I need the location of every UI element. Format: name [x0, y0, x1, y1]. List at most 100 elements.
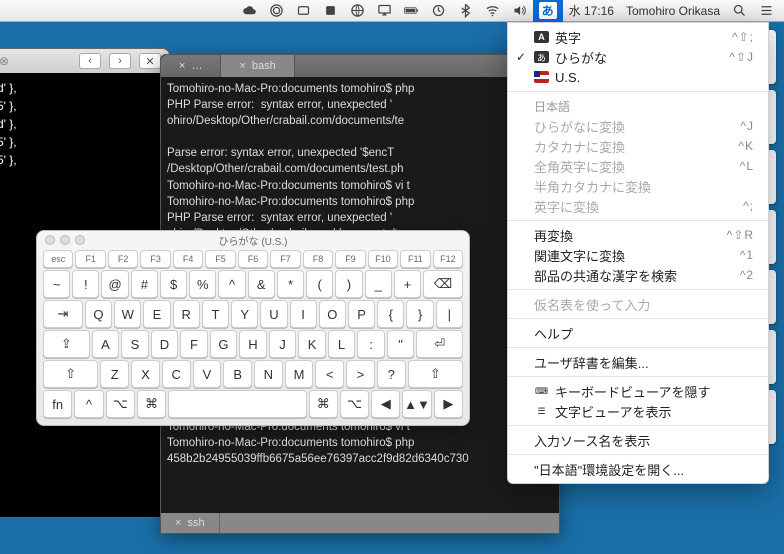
key-⇧[interactable]: ⇧: [408, 360, 463, 388]
show-input-source-name[interactable]: 入力ソース名を表示: [508, 430, 768, 450]
keyboard-viewer-titlebar[interactable]: ひらがな (U.S.): [37, 231, 469, 249]
key-F8[interactable]: F8: [303, 250, 333, 268]
reconvert[interactable]: 再変換^⇧R: [508, 225, 768, 245]
key-X[interactable]: X: [131, 360, 160, 388]
key-⇥[interactable]: ⇥: [43, 300, 83, 328]
key-{[interactable]: {: [377, 300, 404, 328]
open-jp-prefs[interactable]: "日本語"環境設定を開く...: [508, 459, 768, 479]
key-F2[interactable]: F2: [108, 250, 138, 268]
key-"[interactable]: ": [387, 330, 415, 358]
menubar-bluetooth-icon[interactable]: [452, 0, 479, 22]
key-@[interactable]: @: [101, 270, 128, 298]
key-K[interactable]: K: [298, 330, 326, 358]
key-:[interactable]: :: [357, 330, 385, 358]
key-esc[interactable]: esc: [43, 250, 73, 268]
menubar-battery-icon[interactable]: [398, 0, 425, 22]
key-P[interactable]: P: [348, 300, 375, 328]
menubar-cc-icon[interactable]: [263, 0, 290, 22]
key-%[interactable]: %: [189, 270, 216, 298]
key-⇪[interactable]: ⇪: [43, 330, 90, 358]
key-⌥[interactable]: ⌥: [106, 390, 135, 418]
key-F1[interactable]: F1: [75, 250, 105, 268]
key-*[interactable]: *: [277, 270, 304, 298]
close-icon[interactable]: ×: [239, 60, 245, 72]
key-⌫[interactable]: ⌫: [423, 270, 463, 298]
key-⏎[interactable]: ⏎: [416, 330, 463, 358]
input-source-item-eiji[interactable]: A英字^⇧;: [508, 27, 768, 47]
menubar-tray-icon[interactable]: [290, 0, 317, 22]
traffic-zoom[interactable]: [75, 235, 85, 245]
help-item[interactable]: ヘルプ: [508, 323, 768, 343]
back-button[interactable]: ‹: [79, 53, 101, 69]
menubar-wifi-icon[interactable]: [479, 0, 506, 22]
key-F7[interactable]: F7: [270, 250, 300, 268]
key-_[interactable]: _: [365, 270, 392, 298]
hide-keyboard-viewer[interactable]: ⌨キーボードビューアを隠す: [508, 381, 768, 401]
key-fn[interactable]: fn: [43, 390, 72, 418]
key-A[interactable]: A: [92, 330, 120, 358]
menubar-app-icon[interactable]: [317, 0, 344, 22]
key-W[interactable]: W: [114, 300, 141, 328]
key-#[interactable]: #: [131, 270, 158, 298]
key-◀[interactable]: ◀: [371, 390, 400, 418]
key-?[interactable]: ?: [377, 360, 406, 388]
traffic-close[interactable]: [45, 235, 55, 245]
key-F11[interactable]: F11: [400, 250, 430, 268]
key-Q[interactable]: Q: [85, 300, 112, 328]
key-T[interactable]: T: [202, 300, 229, 328]
key-<[interactable]: <: [315, 360, 344, 388]
key-space[interactable]: [168, 390, 306, 418]
key-⌘[interactable]: ⌘: [309, 390, 338, 418]
input-source-item-us[interactable]: U.S.: [508, 67, 768, 87]
key-O[interactable]: O: [319, 300, 346, 328]
edit-user-dict[interactable]: ユーザ辞書を編集...: [508, 352, 768, 372]
key-▲▼[interactable]: ▲▼: [402, 390, 431, 418]
key->[interactable]: >: [346, 360, 375, 388]
key-}[interactable]: }: [406, 300, 433, 328]
menubar-timemachine-icon[interactable]: [425, 0, 452, 22]
search-kanji-parts[interactable]: 部品の共通な漢字を検索^2: [508, 265, 768, 285]
input-source-item-hiragana[interactable]: ✓あひらがな^⇧J: [508, 47, 768, 67]
key-G[interactable]: G: [210, 330, 238, 358]
key-N[interactable]: N: [254, 360, 283, 388]
key-M[interactable]: M: [285, 360, 314, 388]
key-F5[interactable]: F5: [205, 250, 235, 268]
menubar-input-source[interactable]: あ: [533, 0, 563, 22]
menubar-cloud-icon[interactable]: [236, 0, 263, 22]
key-H[interactable]: H: [239, 330, 267, 358]
key-⌥[interactable]: ⌥: [340, 390, 369, 418]
menubar-user[interactable]: Tomohiro Orikasa: [620, 0, 726, 22]
notification-center-icon[interactable]: [753, 0, 780, 22]
key-⌘[interactable]: ⌘: [137, 390, 166, 418]
key-F[interactable]: F: [180, 330, 208, 358]
terminal-bottom-tab[interactable]: × ssh: [161, 513, 220, 533]
key-V[interactable]: V: [193, 360, 222, 388]
forward-button[interactable]: ›: [109, 53, 131, 69]
menubar-clock[interactable]: 水 17:16: [563, 0, 620, 22]
key-F4[interactable]: F4: [173, 250, 203, 268]
close-button[interactable]: ✕: [139, 53, 161, 69]
key-E[interactable]: E: [143, 300, 170, 328]
key-Z[interactable]: Z: [100, 360, 129, 388]
show-char-viewer[interactable]: ☰文字ビューアを表示: [508, 401, 768, 421]
key-![interactable]: !: [72, 270, 99, 298]
menubar-lang-icon[interactable]: [344, 0, 371, 22]
key-S[interactable]: S: [121, 330, 149, 358]
key-|[interactable]: |: [436, 300, 463, 328]
key-F6[interactable]: F6: [238, 250, 268, 268]
key-)[interactable]: ): [335, 270, 362, 298]
key-~[interactable]: ~: [43, 270, 70, 298]
key-F9[interactable]: F9: [335, 250, 365, 268]
terminal-tab-active[interactable]: ×bash: [221, 55, 294, 77]
key-+[interactable]: +: [394, 270, 421, 298]
key-$[interactable]: $: [160, 270, 187, 298]
key-&[interactable]: &: [248, 270, 275, 298]
key-F3[interactable]: F3: [140, 250, 170, 268]
key-B[interactable]: B: [223, 360, 252, 388]
key-J[interactable]: J: [269, 330, 297, 358]
key-([interactable]: (: [306, 270, 333, 298]
key-U[interactable]: U: [260, 300, 287, 328]
close-icon[interactable]: ×: [175, 517, 181, 529]
menubar-airplay-icon[interactable]: [371, 0, 398, 22]
related-chars[interactable]: 関連文字に変換^1: [508, 245, 768, 265]
